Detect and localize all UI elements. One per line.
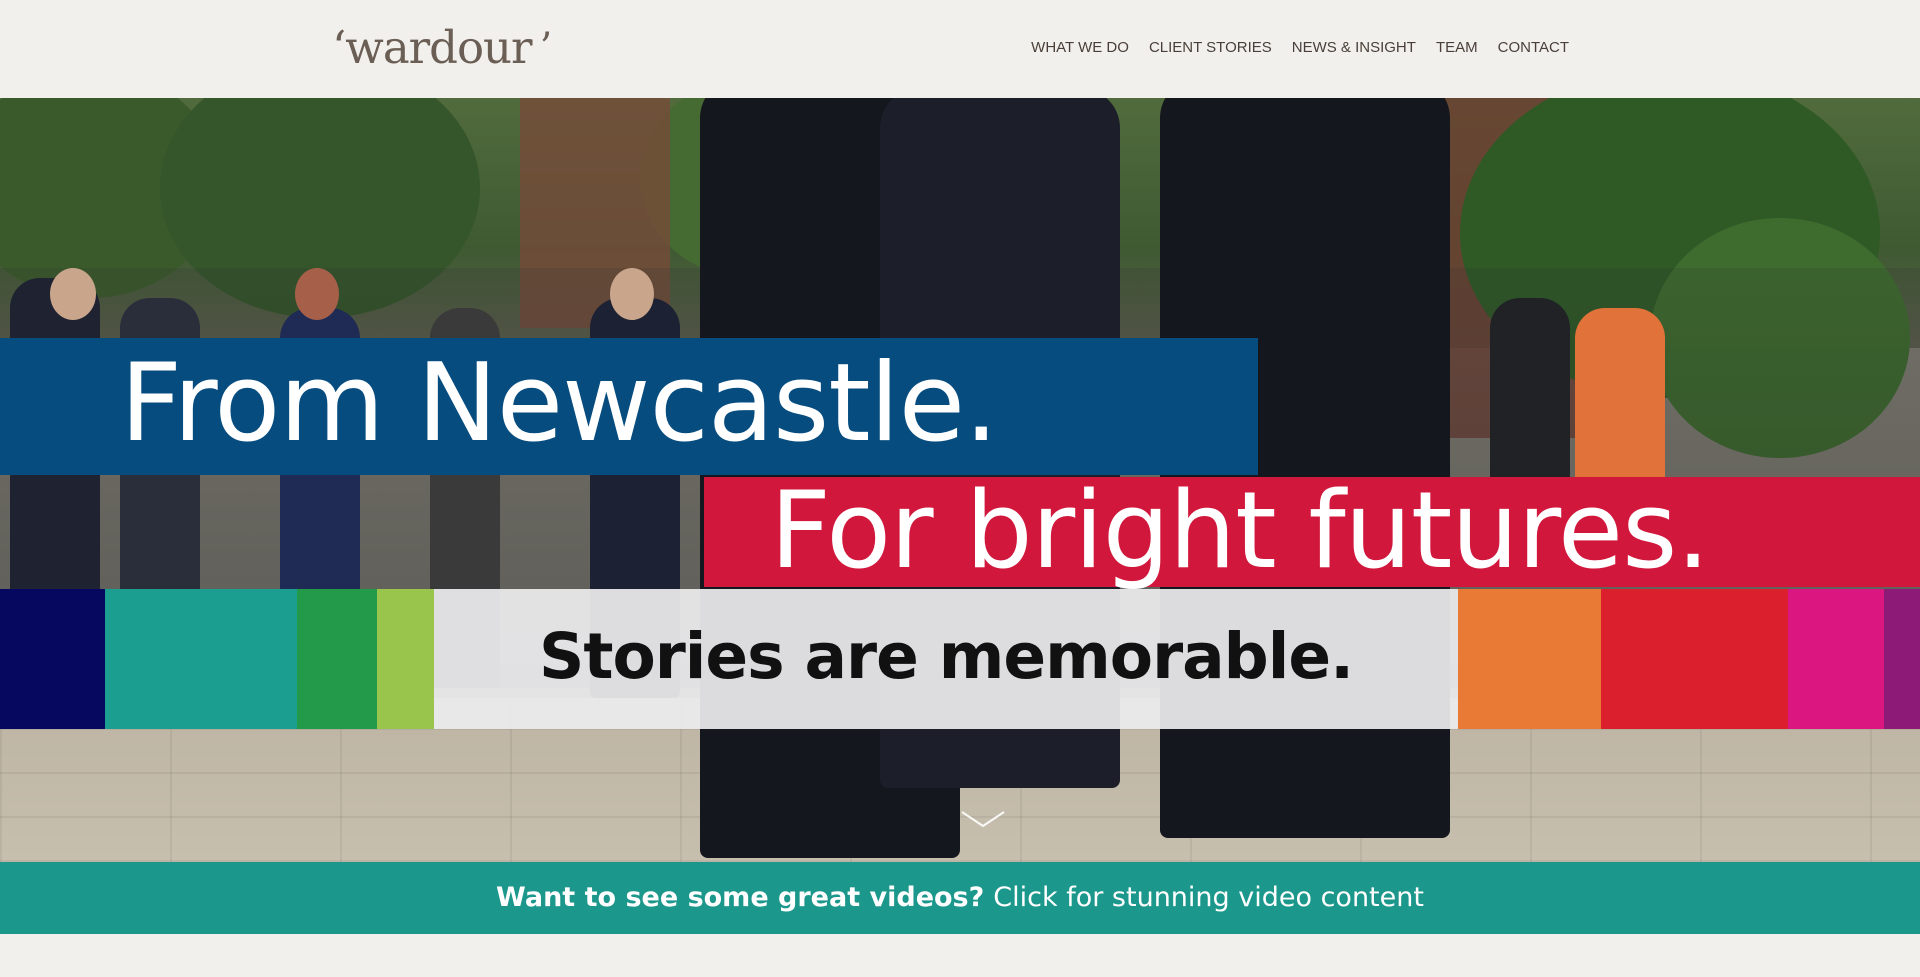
- hero-person-head: [295, 268, 339, 320]
- hero-line-1: From Newcastle.: [120, 341, 998, 466]
- main-nav: WHAT WE DO CLIENT STORIES NEWS & INSIGHT…: [1031, 38, 1569, 58]
- nav-item-team[interactable]: TEAM: [1436, 38, 1478, 58]
- nav-item-contact[interactable]: CONTACT: [1498, 38, 1569, 58]
- hero-color-stripes: Stories are memorable.: [0, 589, 1920, 729]
- stripe-purple: [1884, 589, 1920, 729]
- stripe-pink: [1788, 589, 1884, 729]
- hero-tagline-panel: Stories are memorable.: [434, 589, 1458, 729]
- page-below-fold: [0, 934, 1920, 977]
- nav-item-news-insight[interactable]: NEWS & INSIGHT: [1292, 38, 1416, 58]
- site-header: ‘wardour’ WHAT WE DO CLIENT STORIES NEWS…: [0, 0, 1920, 98]
- stripe-lime: [377, 589, 434, 729]
- cta-text: Click for stunning video content: [993, 882, 1424, 913]
- hero-banner-blue: From Newcastle.: [0, 338, 1258, 475]
- hero-video: From Newcastle. For bright futures. Stor…: [0, 98, 1920, 862]
- logo-mark: ’: [539, 25, 553, 71]
- chevron-down-icon[interactable]: [960, 810, 1006, 830]
- hero-person-head: [610, 268, 654, 320]
- hero-line-3: Stories are memorable.: [538, 620, 1354, 693]
- hero-person-head: [50, 268, 96, 320]
- stripe-orange: [1458, 589, 1601, 729]
- logo-text: ‘wardour: [332, 21, 533, 74]
- stripe-teal: [105, 589, 297, 729]
- hero-banner-red: For bright futures.: [704, 473, 1920, 589]
- stripe-green: [297, 589, 377, 729]
- wardour-logo[interactable]: ‘wardour’: [332, 20, 553, 76]
- stripe-navy: [0, 589, 105, 729]
- video-cta-button[interactable]: Want to see some great videos? Click for…: [0, 862, 1920, 934]
- cta-bold-text: Want to see some great videos?: [496, 882, 985, 913]
- nav-item-client-stories[interactable]: CLIENT STORIES: [1149, 38, 1272, 58]
- hero-line-2: For bright futures.: [770, 469, 1710, 592]
- nav-item-what-we-do[interactable]: WHAT WE DO: [1031, 38, 1129, 58]
- stripe-red: [1601, 589, 1788, 729]
